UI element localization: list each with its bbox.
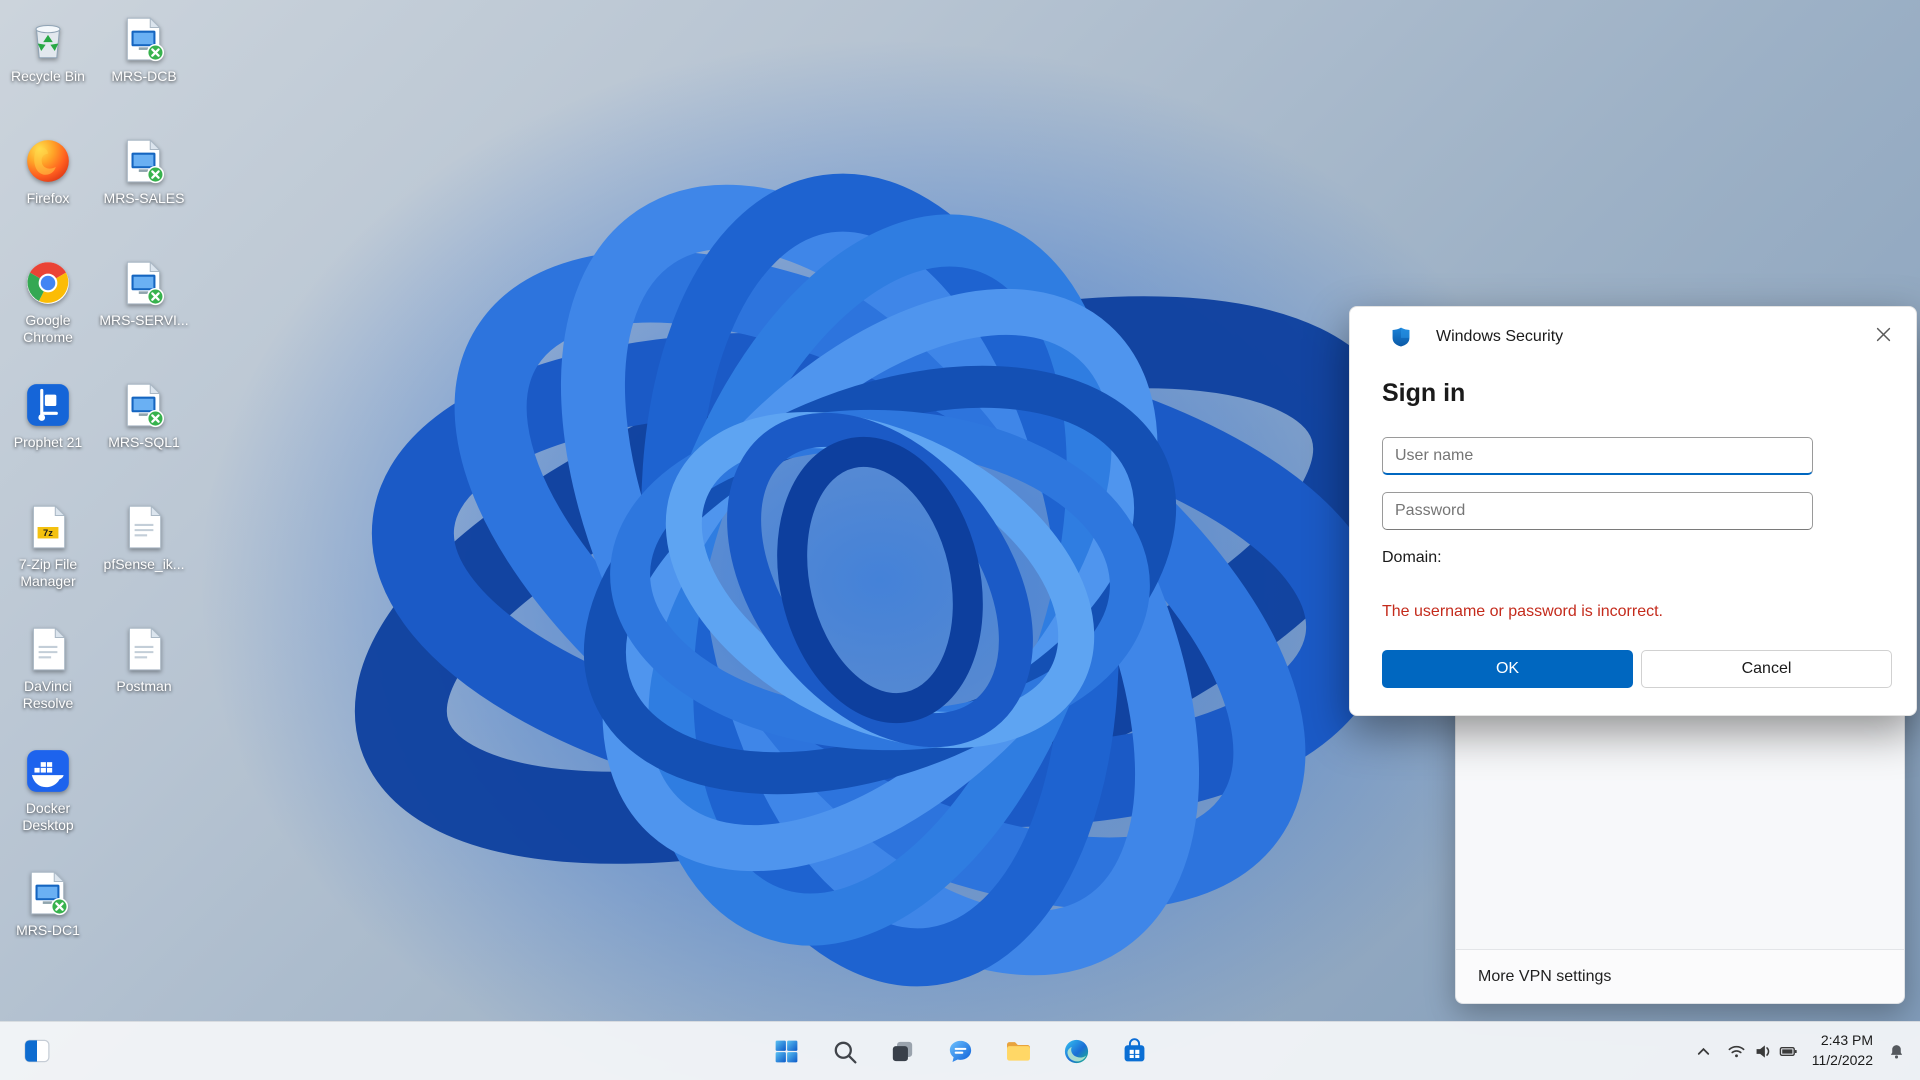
cancel-button[interactable]: Cancel — [1641, 650, 1892, 688]
microsoft-store-icon — [1120, 1037, 1149, 1066]
desktop-icon-label: MRS-DCB — [111, 68, 176, 85]
desktop-icon-firefox[interactable]: Firefox — [0, 130, 96, 252]
vpn-flyout-footer: More VPN settings — [1456, 949, 1904, 1003]
username-input[interactable] — [1382, 437, 1813, 475]
wifi-icon — [1727, 1042, 1746, 1061]
recycle-bin-icon — [23, 14, 73, 64]
desktop-icon-label: Firefox — [27, 190, 70, 207]
tray-date: 11/2/2022 — [1812, 1051, 1873, 1071]
desktop-icon-label: 7-Zip File Manager — [1, 556, 95, 589]
chat-button[interactable] — [937, 1028, 983, 1074]
notifications-icon — [1887, 1042, 1906, 1061]
firefox-icon — [23, 136, 73, 186]
ok-button[interactable]: OK — [1382, 650, 1633, 688]
close-button[interactable] — [1864, 317, 1902, 351]
desktop-icon-postman[interactable]: Postman — [96, 618, 192, 740]
desktop-icon-label: MRS-SQL1 — [108, 434, 180, 451]
tray-time: 2:43 PM — [1812, 1031, 1873, 1051]
domain-label: Domain: — [1382, 549, 1442, 567]
desktop-icon-docker-desktop[interactable]: Docker Desktop — [0, 740, 96, 862]
desktop-icon-mrs-sql1[interactable]: MRS-SQL1 — [96, 374, 192, 496]
taskbar-tray: 2:43 PM 11/2/2022 — [1688, 1022, 1912, 1080]
task-view-icon — [888, 1037, 917, 1066]
rdp-icon — [119, 14, 169, 64]
windows-security-dialog: Windows Security Sign in Domain: The use… — [1349, 306, 1917, 716]
desktop-icon-label: MRS-SALES — [104, 190, 185, 207]
microsoft-store-button[interactable] — [1111, 1028, 1157, 1074]
error-message: The username or password is incorrect. — [1382, 603, 1663, 621]
volume-icon — [1753, 1042, 1772, 1061]
widgets-button[interactable] — [14, 1028, 60, 1074]
notifications-button[interactable] — [1881, 1030, 1912, 1072]
desktop-icon-recycle-bin[interactable]: Recycle Bin — [0, 8, 96, 130]
search-button[interactable] — [821, 1028, 867, 1074]
desktop-icon-column-2: MRS-DCB MRS-SALES MRS-SERVI... MRS-SQL1 pfSe… — [96, 8, 192, 740]
desktop-icon-pfsense-ik[interactable]: pfSense_ik... — [96, 496, 192, 618]
edge-button[interactable] — [1053, 1028, 1099, 1074]
password-input[interactable] — [1382, 492, 1813, 530]
file-explorer-icon — [1004, 1037, 1033, 1066]
rdp-icon — [119, 136, 169, 186]
desktop-icon-label: Prophet 21 — [14, 434, 83, 451]
desktop-icon-davinci-resolve[interactable]: DaVinci Resolve — [0, 618, 96, 740]
desktop-icon-label: Recycle Bin — [11, 68, 85, 85]
rdp-icon — [119, 380, 169, 430]
file-icon — [23, 624, 73, 674]
start-icon — [772, 1037, 801, 1066]
desktop-icon-label: DaVinci Resolve — [1, 678, 95, 711]
desktop-icon-mrs-sales[interactable]: MRS-SALES — [96, 130, 192, 252]
desktop-icon-google-chrome[interactable]: Google Chrome — [0, 252, 96, 374]
desktop-icon-7-zip-file-manager[interactable]: 7z 7-Zip File Manager — [0, 496, 96, 618]
prophet-icon — [23, 380, 73, 430]
chrome-icon — [23, 258, 73, 308]
desktop-icon-column-1: Recycle Bin Firefox Google Chrome Prophet 2… — [0, 8, 96, 984]
desktop-icon-mrs-servi[interactable]: MRS-SERVI... — [96, 252, 192, 374]
dialog-title: Windows Security — [1436, 328, 1563, 346]
desktop-icon-prophet-21[interactable]: Prophet 21 — [0, 374, 96, 496]
rdp-icon — [23, 868, 73, 918]
taskbar: 2:43 PM 11/2/2022 — [0, 1021, 1920, 1080]
desktop-icon-label: Google Chrome — [1, 312, 95, 345]
docker-icon — [23, 746, 73, 796]
widgets-icon — [22, 1036, 52, 1066]
more-vpn-settings-link[interactable]: More VPN settings — [1478, 968, 1611, 986]
desktop-icon-label: pfSense_ik... — [104, 556, 185, 573]
windows-desktop: Recycle Bin Firefox Google Chrome Prophet 2… — [0, 0, 1920, 1080]
desktop-icon-label: Docker Desktop — [1, 800, 95, 833]
desktop-icon-mrs-dc1[interactable]: MRS-DC1 — [0, 862, 96, 984]
chevron-up-icon — [1694, 1042, 1713, 1061]
desktop-icon-label: MRS-SERVI... — [99, 312, 188, 329]
search-icon — [830, 1037, 859, 1066]
quick-settings-button[interactable] — [1721, 1030, 1804, 1072]
file-explorer-button[interactable] — [995, 1028, 1041, 1074]
close-icon — [1876, 327, 1891, 342]
desktop-icon-mrs-dcb[interactable]: MRS-DCB — [96, 8, 192, 130]
zip7-icon: 7z — [23, 502, 73, 552]
desktop-icon-label: Postman — [116, 678, 171, 695]
edge-icon — [1062, 1037, 1091, 1066]
file-icon — [119, 624, 169, 674]
battery-icon — [1779, 1042, 1798, 1061]
chat-icon — [946, 1037, 975, 1066]
start-button[interactable] — [763, 1028, 809, 1074]
sign-in-heading: Sign in — [1382, 379, 1465, 408]
windows-security-shield-icon — [1390, 326, 1412, 348]
desktop-icon-label: MRS-DC1 — [16, 922, 80, 939]
file-icon — [119, 502, 169, 552]
rdp-icon — [119, 258, 169, 308]
hidden-icons-button[interactable] — [1688, 1030, 1719, 1072]
clock-button[interactable]: 2:43 PM 11/2/2022 — [1806, 1030, 1879, 1072]
task-view-button[interactable] — [879, 1028, 925, 1074]
svg-text:7z: 7z — [43, 528, 53, 538]
taskbar-pinned-apps — [763, 1022, 1157, 1080]
